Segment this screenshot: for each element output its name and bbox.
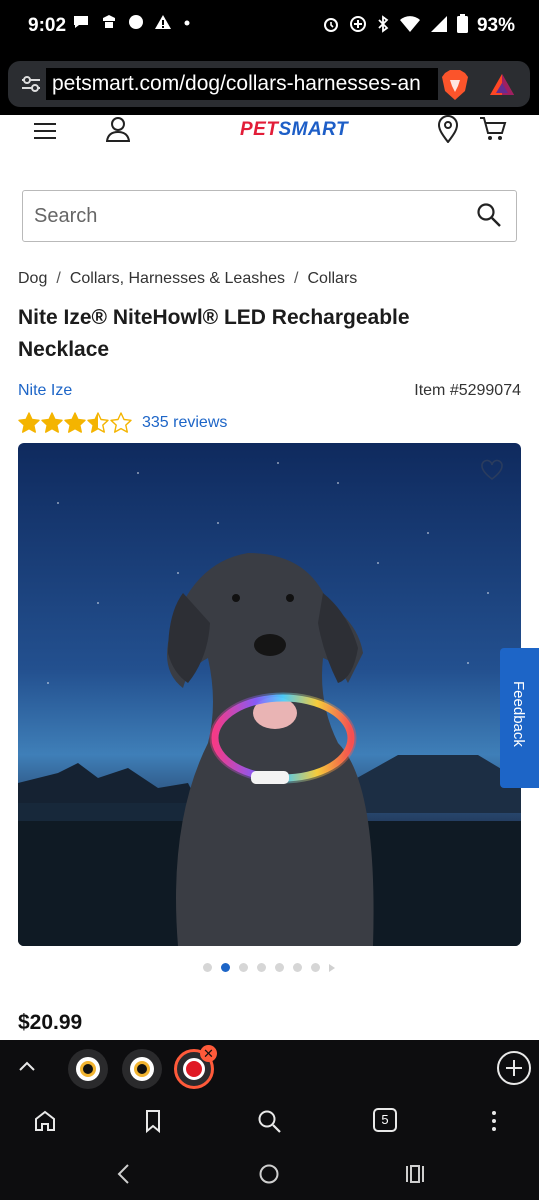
feedback-label: Feedback bbox=[510, 681, 527, 747]
favorite-heart-icon[interactable] bbox=[480, 459, 504, 481]
browser-tab-strip: ✕ bbox=[0, 1040, 539, 1096]
product-price: $20.99 bbox=[18, 1011, 83, 1034]
carousel-dot[interactable] bbox=[239, 963, 248, 972]
circle-icon bbox=[128, 14, 144, 35]
star-icon bbox=[64, 412, 86, 433]
carousel-dot[interactable] bbox=[203, 963, 212, 972]
account-icon[interactable] bbox=[104, 115, 132, 143]
carousel-dot[interactable] bbox=[221, 963, 230, 972]
alarm-icon bbox=[322, 15, 340, 38]
home-icon[interactable] bbox=[32, 1108, 58, 1134]
notification-icons bbox=[72, 14, 192, 35]
store-locator-icon[interactable] bbox=[434, 115, 462, 143]
address-pill[interactable]: petsmart.com/dog/collars-harnesses-an bbox=[8, 61, 530, 107]
image-carousel-dots[interactable] bbox=[203, 963, 335, 972]
brave-shields-icon[interactable] bbox=[440, 69, 470, 101]
wifi-icon bbox=[399, 15, 421, 38]
item-number: Item #5299074 bbox=[414, 382, 521, 399]
more-notifications-dot-icon bbox=[182, 14, 192, 35]
brand-link[interactable]: Nite Ize bbox=[18, 382, 72, 400]
browser-toolbar: 5 bbox=[0, 1096, 539, 1148]
close-tab-icon[interactable]: ✕ bbox=[200, 1045, 217, 1062]
petsmart-logo[interactable]: PETSMART bbox=[240, 119, 348, 141]
carousel-dot[interactable] bbox=[311, 963, 320, 972]
tab-thumbnail-2[interactable] bbox=[122, 1049, 162, 1089]
star-icon bbox=[18, 412, 40, 433]
recents-icon[interactable] bbox=[404, 1163, 426, 1190]
battery-icon bbox=[456, 14, 468, 38]
signal-icon bbox=[430, 15, 448, 38]
url-text[interactable]: petsmart.com/dog/collars-harnesses-an bbox=[46, 68, 438, 100]
star-icon bbox=[110, 412, 132, 433]
cart-icon[interactable] bbox=[478, 115, 508, 143]
star-icon bbox=[87, 412, 109, 433]
star-icon bbox=[41, 412, 63, 433]
bookmark-icon[interactable] bbox=[140, 1108, 166, 1134]
breadcrumb-separator: / bbox=[56, 270, 61, 287]
feedback-tab[interactable]: Feedback bbox=[500, 648, 539, 788]
breadcrumb: Dog / Collars, Harnesses & Leashes / Col… bbox=[18, 270, 357, 288]
breadcrumb-item-collars[interactable]: Collars bbox=[307, 270, 357, 288]
home-circle-icon[interactable] bbox=[258, 1163, 280, 1190]
browser-address-bar: petsmart.com/dog/collars-harnesses-an bbox=[0, 52, 539, 115]
carousel-next-arrow-icon[interactable] bbox=[329, 963, 335, 972]
carousel-dot[interactable] bbox=[275, 963, 284, 972]
product-rating[interactable]: 335 reviews bbox=[18, 412, 227, 434]
tab-thumbnail-1[interactable] bbox=[68, 1049, 108, 1089]
carousel-dot[interactable] bbox=[293, 963, 302, 972]
tab-count-button[interactable]: 5 bbox=[373, 1108, 397, 1132]
data-saver-icon bbox=[349, 15, 367, 38]
notification-app-icon bbox=[100, 14, 118, 35]
site-favicon-icon bbox=[76, 1057, 100, 1081]
product-title: Nite Ize® NiteHowl® LED Rechargeable Nec… bbox=[18, 306, 410, 361]
bluetooth-icon bbox=[376, 14, 390, 38]
expand-tabs-chevron-up-icon[interactable] bbox=[16, 1056, 38, 1078]
search-icon[interactable] bbox=[256, 1108, 282, 1134]
site-settings-icon[interactable] bbox=[20, 75, 42, 93]
more-options-icon[interactable] bbox=[481, 1108, 507, 1134]
search-icon[interactable] bbox=[476, 202, 504, 230]
status-bar: 9:02 93% bbox=[0, 0, 539, 52]
battery-percent: 93% bbox=[476, 15, 515, 36]
system-icons: 93% bbox=[322, 14, 515, 38]
android-navigation-bar bbox=[0, 1148, 539, 1200]
back-icon[interactable] bbox=[114, 1162, 134, 1191]
breadcrumb-separator: / bbox=[294, 270, 299, 287]
product-image[interactable] bbox=[18, 443, 521, 946]
warning-icon bbox=[154, 14, 172, 35]
breadcrumb-item-dog[interactable]: Dog bbox=[18, 270, 47, 288]
rating-stars bbox=[18, 412, 132, 434]
breadcrumb-item-collars-harnesses-leashes[interactable]: Collars, Harnesses & Leashes bbox=[70, 270, 285, 288]
site-header: PETSMART bbox=[0, 115, 539, 165]
site-favicon-icon bbox=[130, 1057, 154, 1081]
active-site-favicon-icon bbox=[183, 1058, 205, 1080]
status-time: 9:02 bbox=[28, 15, 67, 36]
search-input[interactable] bbox=[34, 201, 454, 231]
brave-rewards-icon[interactable] bbox=[488, 71, 516, 99]
message-icon bbox=[72, 14, 90, 35]
carousel-dot[interactable] bbox=[257, 963, 266, 972]
search-box bbox=[22, 190, 517, 242]
reviews-link[interactable]: 335 reviews bbox=[142, 414, 227, 432]
menu-icon[interactable] bbox=[31, 117, 59, 145]
new-tab-plus-icon[interactable] bbox=[497, 1051, 531, 1085]
